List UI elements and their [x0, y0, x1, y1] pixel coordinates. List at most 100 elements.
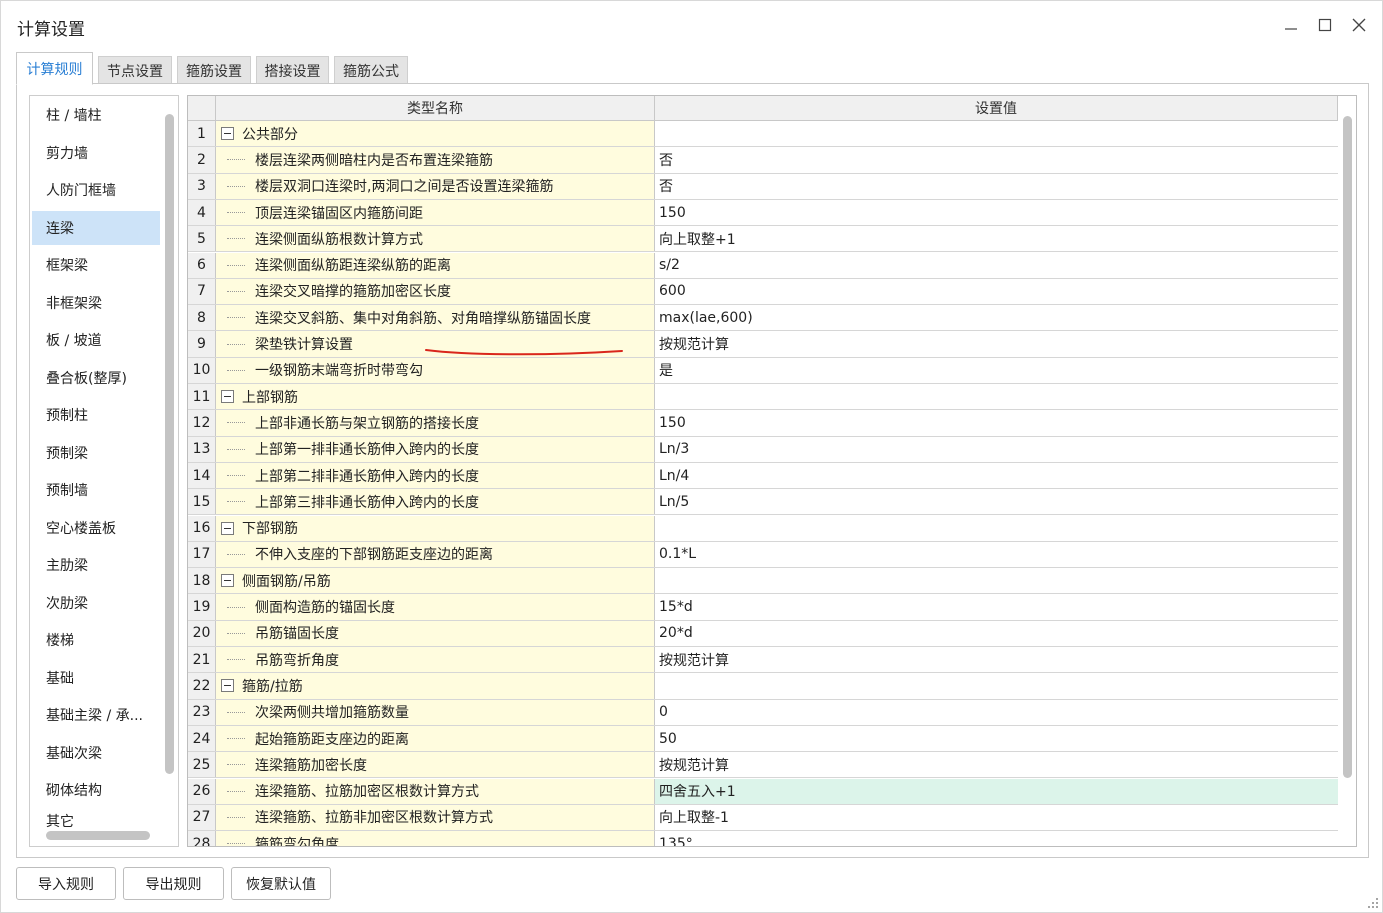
- list-item[interactable]: 板 / 坡道: [32, 323, 160, 357]
- list-item[interactable]: 框架梁: [32, 248, 160, 282]
- list-item[interactable]: 预制墙: [32, 473, 160, 507]
- table-group-row[interactable]: 22 箍筋/拉筋: [188, 673, 1338, 700]
- tab-lap-settings[interactable]: 搭接设置: [256, 56, 329, 84]
- row-type-name[interactable]: 梁垫铁计算设置: [216, 331, 655, 357]
- table-row[interactable]: 27 连梁箍筋、拉筋非加密区根数计算方式 向上取整-1: [188, 804, 1338, 832]
- row-setting-value[interactable]: 20*d: [655, 621, 1338, 646]
- table-row[interactable]: 9 梁垫铁计算设置 按规范计算: [188, 331, 1338, 358]
- table-row[interactable]: 6 连梁侧面纵筋距连梁纵筋的距离 s/2: [188, 252, 1338, 279]
- list-item[interactable]: 基础主梁 / 承...: [32, 698, 160, 732]
- table-row[interactable]: 12 上部非通长筋与架立钢筋的搭接长度 150: [188, 410, 1338, 437]
- list-item[interactable]: 基础次梁: [32, 736, 160, 770]
- row-type-name[interactable]: 不伸入支座的下部钢筋距支座边的距离: [216, 541, 655, 568]
- table-row[interactable]: 2 楼层连梁两侧暗柱内是否布置连梁箍筋 否: [188, 147, 1338, 174]
- collapse-minus-icon[interactable]: [221, 574, 234, 588]
- close-button[interactable]: [1342, 9, 1376, 41]
- tab-calc-rules[interactable]: 计算规则: [16, 52, 93, 85]
- row-setting-value[interactable]: 否: [655, 174, 1338, 199]
- row-type-name[interactable]: 起始箍筋距支座边的距离: [216, 725, 655, 752]
- export-rules-button[interactable]: 导出规则: [123, 867, 224, 900]
- row-setting-value[interactable]: [655, 121, 1338, 146]
- row-setting-value[interactable]: 按规范计算: [655, 331, 1338, 356]
- list-item[interactable]: 楼梯: [32, 623, 160, 657]
- row-setting-value[interactable]: 15*d: [655, 594, 1338, 619]
- table-row[interactable]: 3 楼层双洞口连梁时,两洞口之间是否设置连梁箍筋 否: [188, 173, 1338, 200]
- row-type-name[interactable]: 公共部分: [216, 121, 655, 147]
- row-type-name[interactable]: 吊筋锚固长度: [216, 620, 655, 646]
- row-type-name[interactable]: 箍筋/拉筋: [216, 673, 655, 699]
- row-type-name[interactable]: 连梁箍筋、拉筋加密区根数计算方式: [216, 778, 655, 804]
- table-row[interactable]: 5 连梁侧面纵筋根数计算方式 向上取整+1: [188, 226, 1338, 253]
- row-type-name[interactable]: 连梁侧面纵筋距连梁纵筋的距离: [216, 252, 655, 278]
- row-setting-value[interactable]: [655, 516, 1338, 541]
- row-setting-value[interactable]: 否: [655, 147, 1338, 172]
- row-type-name[interactable]: 次梁两侧共增加箍筋数量: [216, 699, 655, 725]
- list-vertical-scroll-thumb[interactable]: [165, 114, 174, 774]
- row-setting-value[interactable]: 600: [655, 279, 1338, 304]
- row-setting-value[interactable]: 0: [655, 700, 1338, 725]
- list-item-selected[interactable]: 连梁: [32, 211, 160, 245]
- table-row[interactable]: 10 一级钢筋末端弯折时带弯勾 是: [188, 357, 1338, 384]
- list-item[interactable]: 预制梁: [32, 436, 160, 470]
- table-row[interactable]: 20 吊筋锚固长度 20*d: [188, 620, 1338, 647]
- row-type-name[interactable]: 上部第三排非通长筋伸入跨内的长度: [216, 489, 655, 515]
- row-type-name[interactable]: 连梁交叉斜筋、集中对角斜筋、对角暗撑纵筋锚固长度: [216, 305, 655, 331]
- table-group-row[interactable]: 11 上部钢筋: [188, 384, 1338, 411]
- row-type-name[interactable]: 吊筋弯折角度: [216, 647, 655, 673]
- row-setting-value[interactable]: Ln/5: [655, 489, 1338, 514]
- table-group-row[interactable]: 18 侧面钢筋/吊筋: [188, 568, 1338, 595]
- row-setting-value[interactable]: Ln/3: [655, 437, 1338, 462]
- resize-grip-icon[interactable]: [1366, 896, 1380, 910]
- list-item[interactable]: 空心楼盖板: [32, 511, 160, 545]
- row-setting-value[interactable]: 向上取整-1: [655, 805, 1338, 830]
- row-type-name[interactable]: 连梁箍筋、拉筋非加密区根数计算方式: [216, 804, 655, 831]
- table-row[interactable]: 13 上部第一排非通长筋伸入跨内的长度 Ln/3: [188, 436, 1338, 463]
- row-type-name[interactable]: 一级钢筋末端弯折时带弯勾: [216, 357, 655, 383]
- table-row[interactable]: 21 吊筋弯折角度 按规范计算: [188, 647, 1338, 674]
- row-type-name[interactable]: 箍筋弯勾角度: [216, 831, 655, 846]
- table-row[interactable]: 4 顶层连梁锚固区内箍筋间距 150: [188, 199, 1338, 227]
- row-setting-value[interactable]: 0.1*L: [655, 542, 1338, 567]
- table-row[interactable]: 7 连梁交叉暗撑的箍筋加密区长度 600: [188, 278, 1338, 306]
- table-group-row[interactable]: 16 下部钢筋: [188, 515, 1338, 542]
- import-rules-button[interactable]: 导入规则: [16, 867, 116, 900]
- row-setting-value[interactable]: 按规范计算: [655, 752, 1338, 777]
- table-row[interactable]: 23 次梁两侧共增加箍筋数量 0: [188, 699, 1338, 726]
- row-type-name[interactable]: 上部第一排非通长筋伸入跨内的长度: [216, 436, 655, 462]
- header-setting-value[interactable]: 设置值: [655, 96, 1338, 120]
- list-horizontal-scroll-thumb[interactable]: [46, 831, 150, 840]
- list-item[interactable]: 人防门框墙: [32, 173, 160, 207]
- row-setting-value[interactable]: [655, 673, 1338, 698]
- row-setting-value[interactable]: 四舍五入+1: [655, 778, 1338, 804]
- table-row[interactable]: 19 侧面构造筋的锚固长度 15*d: [188, 594, 1338, 621]
- table-row[interactable]: 15 上部第三排非通长筋伸入跨内的长度 Ln/5: [188, 489, 1338, 516]
- row-type-name[interactable]: 上部钢筋: [216, 384, 655, 410]
- row-type-name[interactable]: 上部非通长筋与架立钢筋的搭接长度: [216, 410, 655, 436]
- table-row[interactable]: 8 连梁交叉斜筋、集中对角斜筋、对角暗撑纵筋锚固长度 max(lae,600): [188, 305, 1338, 332]
- table-group-row[interactable]: 1 公共部分: [188, 121, 1338, 148]
- row-setting-value[interactable]: 150: [655, 200, 1338, 225]
- table-row[interactable]: 14 上部第二排非通长筋伸入跨内的长度 Ln/4: [188, 462, 1338, 490]
- row-setting-value[interactable]: 150: [655, 410, 1338, 435]
- list-item[interactable]: 剪力墙: [32, 136, 160, 170]
- grid-vertical-scroll-thumb[interactable]: [1343, 116, 1352, 778]
- list-item[interactable]: 柱 / 墙柱: [32, 98, 160, 132]
- table-row[interactable]: 17 不伸入支座的下部钢筋距支座边的距离 0.1*L: [188, 541, 1338, 569]
- row-setting-value[interactable]: 按规范计算: [655, 647, 1338, 672]
- row-setting-value[interactable]: [655, 568, 1338, 593]
- collapse-minus-icon[interactable]: [221, 390, 234, 404]
- table-row[interactable]: 24 起始箍筋距支座边的距离 50: [188, 725, 1338, 753]
- list-item[interactable]: 基础: [32, 661, 160, 695]
- tab-stirrup-formula[interactable]: 箍筋公式: [334, 56, 408, 84]
- row-type-name[interactable]: 连梁侧面纵筋根数计算方式: [216, 226, 655, 252]
- table-row[interactable]: 28 箍筋弯勾角度 135°: [188, 831, 1338, 846]
- row-type-name[interactable]: 连梁交叉暗撑的箍筋加密区长度: [216, 278, 655, 305]
- row-setting-value[interactable]: 135°: [655, 831, 1338, 846]
- list-item[interactable]: 预制柱: [32, 398, 160, 432]
- list-item[interactable]: 非框架梁: [32, 286, 160, 320]
- row-type-name[interactable]: 顶层连梁锚固区内箍筋间距: [216, 199, 655, 226]
- row-type-name[interactable]: 上部第二排非通长筋伸入跨内的长度: [216, 462, 655, 489]
- table-row[interactable]: 25 连梁箍筋加密长度 按规范计算: [188, 752, 1338, 779]
- row-setting-value[interactable]: 是: [655, 358, 1338, 383]
- row-type-name[interactable]: 下部钢筋: [216, 515, 655, 541]
